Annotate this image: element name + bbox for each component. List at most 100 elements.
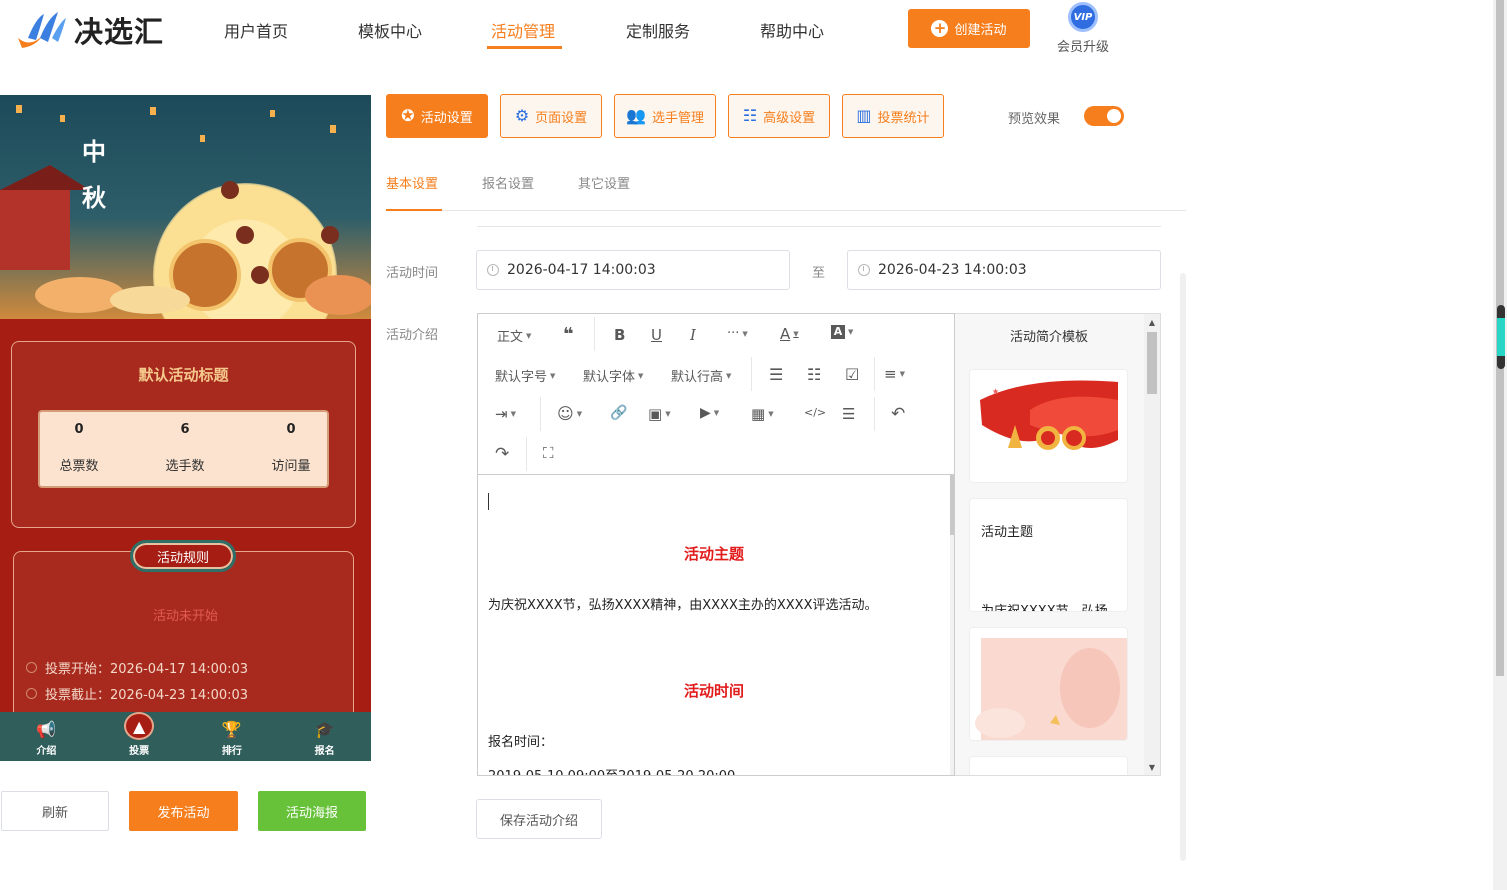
nav-template-center[interactable]: 模板中心	[358, 18, 422, 42]
save-intro-button[interactable]: 保存活动介绍	[476, 799, 602, 839]
activity-poster-button[interactable]: 活动海报	[258, 791, 366, 831]
todo-checkbox-icon[interactable]: ☑	[845, 365, 859, 384]
bullet-list-icon[interactable]: ☰	[769, 365, 783, 384]
tab-advanced-settings[interactable]: ☷ 高级设置	[728, 94, 830, 138]
mobile-tab-signup[interactable]: 🎓 报名	[278, 712, 371, 761]
table-icon[interactable]: ▦ ▼	[751, 405, 774, 423]
video-icon[interactable]: ▶ ▼	[700, 405, 719, 421]
editor-content[interactable]: 活动主题 为庆祝XXXX节，弘扬XXXX精神，由XXXX主办的XXXX评选活动。…	[478, 475, 950, 775]
line-height-dropdown[interactable]: 默认行高 ▼	[671, 366, 731, 385]
clock-icon	[26, 688, 37, 699]
underline-icon[interactable]: U	[651, 326, 662, 344]
more-format-icon[interactable]: ··· ▼	[727, 326, 748, 341]
image-icon[interactable]: ▣ ▼	[648, 405, 671, 423]
font-family-dropdown[interactable]: 默认字体 ▼	[583, 366, 643, 385]
toolbar-separator	[874, 357, 875, 391]
template-card[interactable]: 活动主题 为庆祝XXXX节，弘扬	[969, 498, 1128, 612]
template-heading: 活动主题	[981, 525, 1034, 540]
fullscreen-icon[interactable]: ⛶	[543, 444, 554, 462]
template-card[interactable]	[969, 627, 1128, 741]
mobile-tab-vote[interactable]: ▲ 投票	[93, 712, 186, 761]
template-card[interactable]: ★	[969, 369, 1128, 483]
tab-vote-statistics[interactable]: ▥ 投票统计	[842, 94, 944, 138]
font-color-icon[interactable]: A ▼	[780, 325, 799, 343]
star-icon: ✪	[401, 106, 415, 125]
clock-icon	[487, 264, 499, 276]
scroll-up-icon[interactable]: ▲	[1144, 318, 1160, 327]
divider-line-icon[interactable]: ☰	[842, 405, 855, 423]
tab-label: 投票统计	[877, 110, 930, 126]
stat-label: 选手数	[165, 459, 205, 474]
vote-start-line: 投票开始：2026-04-17 14:00:03	[26, 658, 248, 677]
activity-intro-label: 活动介绍	[386, 328, 439, 343]
background-color-icon[interactable]: A ▼	[831, 325, 853, 339]
create-activity-button[interactable]: + 创建活动	[908, 9, 1030, 48]
link-icon[interactable]: 🔗	[610, 405, 627, 421]
vote-end-line: 投票截止：2026-04-23 14:00:03	[26, 684, 248, 703]
caret-down-icon: ▼	[726, 371, 732, 380]
subtab-divider	[386, 210, 1186, 211]
undo-icon[interactable]: ↶	[891, 404, 905, 424]
page-scrollbar[interactable]	[1493, 0, 1507, 890]
font-size-label: 默认字号	[495, 370, 548, 385]
code-icon[interactable]: </>	[804, 406, 826, 419]
indent-dropdown-icon[interactable]: ⇥ ▼	[495, 405, 516, 423]
create-activity-label: 创建活动	[954, 23, 1007, 38]
stat-total-votes: 0 总票数	[34, 422, 124, 474]
nav-active-underline	[487, 46, 562, 49]
settings-scrollbar[interactable]	[1180, 273, 1186, 861]
font-family-label: 默认字体	[583, 370, 636, 385]
tab-page-settings[interactable]: ⚙ 页面设置	[500, 94, 602, 138]
rules-tab[interactable]: 活动规则	[130, 540, 236, 572]
nav-activity-management[interactable]: 活动管理	[491, 18, 555, 42]
template-card[interactable]	[969, 756, 1128, 775]
logo-icon	[14, 8, 68, 52]
subtab-basic-settings[interactable]: 基本设置	[386, 173, 438, 192]
subtab-other-settings[interactable]: 其它设置	[578, 173, 630, 192]
scrollbar-thumb[interactable]	[950, 475, 954, 535]
subtab-active-underline	[386, 209, 442, 211]
start-time-input[interactable]: 2026-04-17 14:00:03	[476, 250, 790, 290]
paragraph-dropdown[interactable]: 正文 ▼	[497, 326, 531, 345]
nav-help-center[interactable]: 帮助中心	[760, 18, 824, 42]
align-dropdown-icon[interactable]: ≡ ▼	[884, 365, 905, 383]
publish-activity-button[interactable]: 发布活动	[129, 791, 238, 831]
nav-user-home[interactable]: 用户首页	[224, 18, 288, 42]
vip-upgrade[interactable]: VIP 会员升级	[1055, 2, 1111, 55]
scrollbar-thumb[interactable]	[1147, 332, 1157, 394]
megaphone-icon: 📢	[36, 719, 57, 739]
emoji-icon[interactable]: ☺ ▼	[557, 404, 582, 423]
content-paragraph: 2019-05-10 09:00至2019-05-20 20:00	[488, 765, 735, 775]
field-divider	[477, 226, 1161, 227]
nav-custom-service[interactable]: 定制服务	[626, 18, 690, 42]
subtab-signup-settings[interactable]: 报名设置	[482, 173, 534, 192]
caret-down-icon: ▼	[638, 371, 644, 380]
graduation-cap-icon: 🎓	[314, 719, 335, 739]
scroll-down-icon[interactable]: ▼	[1144, 763, 1160, 772]
italic-icon[interactable]: I	[690, 326, 696, 344]
mobile-tab-intro[interactable]: 📢 介绍	[0, 712, 93, 761]
logo[interactable]: 决选汇	[14, 8, 164, 52]
tab-activity-settings[interactable]: ✪ 活动设置	[386, 94, 488, 138]
end-time-value: 2026-04-23 14:00:03	[878, 262, 1027, 278]
editor-scrollbar[interactable]	[950, 475, 954, 775]
template-thumbnail-image: ★	[970, 370, 1127, 482]
font-size-dropdown[interactable]: 默认字号 ▼	[495, 366, 555, 385]
activity-time-label: 活动时间	[386, 266, 439, 281]
bold-icon[interactable]: B	[614, 326, 625, 344]
numbered-list-icon[interactable]: ☷	[807, 365, 821, 384]
vote-icon: ▲	[124, 712, 155, 740]
refresh-button[interactable]: 刷新	[1, 791, 109, 831]
end-time-input[interactable]: 2026-04-23 14:00:03	[847, 250, 1161, 290]
mobile-tab-rank[interactable]: 🏆 排行	[186, 712, 279, 761]
redo-icon[interactable]: ↷	[495, 444, 509, 464]
tab-contestant-management[interactable]: 👥 选手管理	[614, 94, 716, 138]
side-widget[interactable]	[1497, 305, 1505, 369]
quote-icon[interactable]: ❝	[563, 324, 574, 345]
vip-icon: VIP	[1068, 2, 1098, 32]
tab-label: 选手管理	[651, 110, 704, 126]
preview-toggle[interactable]	[1084, 106, 1124, 126]
activity-status: 活动未开始	[152, 609, 218, 624]
content-heading: 活动时间	[683, 682, 744, 700]
templates-scrollbar[interactable]: ▲ ▼	[1144, 314, 1160, 775]
